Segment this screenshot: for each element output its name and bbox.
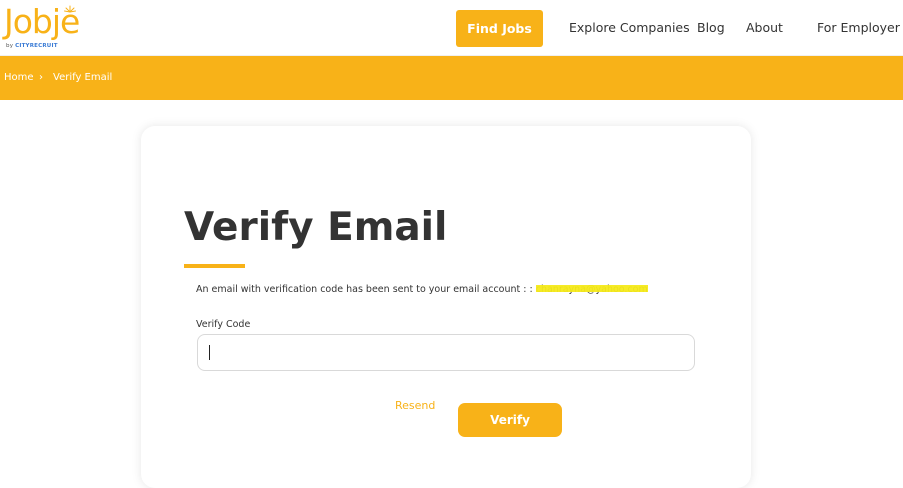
text-caret: [209, 345, 210, 360]
verification-message: An email with verification code has been…: [196, 283, 648, 297]
title-underline: [184, 264, 245, 268]
sun-icon: [64, 5, 76, 13]
breadcrumb: Home › Verify Email: [0, 56, 903, 100]
verify-email-card: Verify Email An email with verification …: [141, 126, 751, 488]
breadcrumb-home-link[interactable]: Home: [4, 71, 34, 85]
verify-code-label: Verify Code: [196, 319, 251, 330]
find-jobs-button[interactable]: Find Jobs: [456, 10, 543, 47]
logo-tagline: by CITYRECRUIT: [6, 43, 58, 49]
jobje-logo[interactable]: Jobje by CITYRECRUIT: [4, 2, 94, 52]
message-text: An email with verification code has been…: [196, 284, 533, 295]
chevron-right-icon: ›: [39, 72, 43, 83]
nav-explore-companies[interactable]: Explore Companies: [569, 18, 690, 38]
nav-for-employer[interactable]: For Employer: [817, 18, 900, 38]
email-address: chanrayna@yahoo.com: [535, 284, 648, 295]
verify-button[interactable]: Verify: [458, 403, 562, 437]
page-title: Verify Email: [184, 205, 448, 250]
nav-about[interactable]: About: [746, 18, 783, 38]
breadcrumb-current: Verify Email: [53, 72, 113, 83]
verify-code-input[interactable]: [197, 334, 695, 371]
resend-link[interactable]: Resend: [395, 398, 435, 414]
nav-blog[interactable]: Blog: [697, 18, 725, 38]
site-header: Jobje by CITYRECRUIT Find Jobs Explore C…: [0, 0, 903, 56]
